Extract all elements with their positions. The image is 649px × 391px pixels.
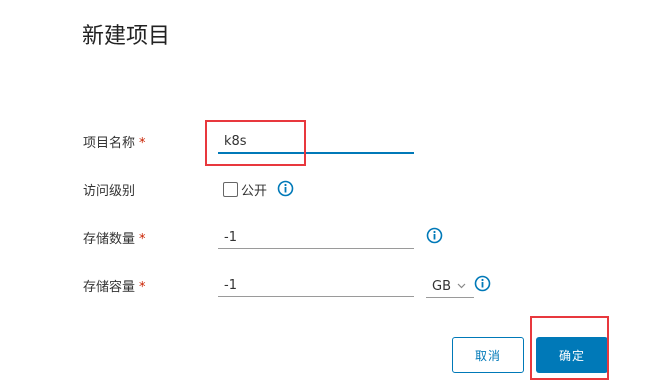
project-name-input[interactable]	[218, 132, 414, 151]
info-icon[interactable]	[277, 180, 294, 197]
storage-count-input[interactable]	[218, 228, 414, 247]
storage-count-label: 存储数量 *	[83, 232, 146, 247]
required-mark: *	[139, 136, 146, 151]
dialog-title: 新建项目	[82, 24, 171, 49]
storage-capacity-input[interactable]	[218, 276, 414, 295]
public-checkbox[interactable]	[223, 182, 238, 197]
capacity-unit-value: GB	[432, 278, 451, 294]
project-name-field[interactable]	[218, 130, 414, 154]
public-checkbox-row[interactable]: 公开	[223, 180, 267, 199]
ok-button[interactable]: 确定	[536, 337, 608, 373]
info-icon[interactable]	[474, 275, 491, 292]
chevron-down-icon	[457, 283, 466, 289]
cancel-button[interactable]: 取消	[452, 337, 524, 373]
info-icon[interactable]	[426, 227, 443, 244]
storage-count-field[interactable]	[218, 226, 414, 249]
required-mark: *	[139, 232, 146, 247]
public-checkbox-label[interactable]: 公开	[241, 180, 267, 199]
access-level-label: 访问级别	[83, 184, 136, 199]
required-mark: *	[139, 280, 146, 295]
project-name-label: 项目名称 *	[83, 136, 146, 151]
capacity-unit-select[interactable]: GB	[426, 275, 474, 298]
storage-capacity-label: 存储容量 *	[83, 280, 146, 295]
storage-capacity-field[interactable]	[218, 274, 414, 297]
